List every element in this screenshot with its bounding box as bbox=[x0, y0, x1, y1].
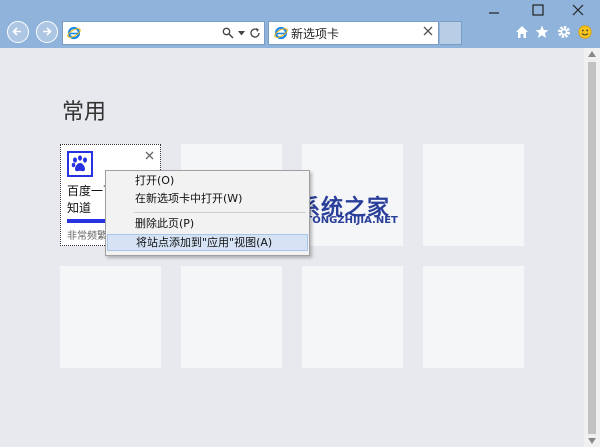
ie-icon bbox=[67, 26, 81, 40]
arrow-right-icon bbox=[43, 27, 52, 36]
empty-tile[interactable] bbox=[423, 144, 524, 246]
vertical-scrollbar[interactable] bbox=[584, 48, 600, 447]
empty-tile[interactable] bbox=[302, 266, 403, 368]
address-bar[interactable] bbox=[62, 21, 265, 45]
search-icon[interactable] bbox=[222, 27, 234, 39]
favorites-star-icon[interactable] bbox=[535, 25, 549, 39]
tab-label: 新选项卡 bbox=[291, 27, 340, 41]
chevron-down-icon[interactable] bbox=[238, 30, 245, 36]
refresh-icon[interactable] bbox=[249, 27, 261, 39]
menu-item-open-in-new-tab[interactable]: 在新选项卡中打开(W) bbox=[107, 190, 308, 207]
scroll-thumb[interactable] bbox=[588, 62, 596, 434]
empty-tile[interactable] bbox=[181, 266, 282, 368]
gear-icon[interactable] bbox=[557, 25, 571, 39]
page-title: 常用 bbox=[62, 100, 107, 125]
scroll-down-icon[interactable] bbox=[588, 438, 596, 444]
scroll-up-icon[interactable] bbox=[588, 51, 596, 57]
maximize-icon bbox=[532, 4, 544, 16]
close-window-icon bbox=[572, 4, 584, 16]
new-tab-button[interactable] bbox=[440, 21, 462, 45]
baidu-paw-icon bbox=[67, 151, 93, 177]
close-window-button[interactable] bbox=[556, 0, 600, 20]
minimize-button[interactable] bbox=[472, 0, 516, 20]
maximize-button[interactable] bbox=[516, 0, 560, 20]
arrow-left-icon bbox=[12, 27, 21, 36]
visit-frequency-bar bbox=[67, 219, 105, 223]
browser-titlebar: 新选项卡 bbox=[0, 0, 600, 48]
menu-item-open[interactable]: 打开(O) bbox=[107, 172, 308, 189]
context-menu: 打开(O) 在新选项卡中打开(W) 删除此页(P) 将站点添加到"应用"视图(A… bbox=[105, 170, 310, 256]
home-icon[interactable] bbox=[515, 25, 529, 39]
menu-item-add-to-apps-view[interactable]: 将站点添加到"应用"视图(A) bbox=[107, 234, 308, 251]
tab-new-tab[interactable]: 新选项卡 bbox=[268, 21, 439, 45]
menu-item-delete-page[interactable]: 删除此页(P) bbox=[107, 215, 308, 232]
remove-tile-icon[interactable] bbox=[145, 151, 154, 160]
ie-tab-icon bbox=[274, 26, 288, 40]
menu-divider bbox=[134, 212, 306, 213]
forward-button[interactable] bbox=[36, 21, 58, 43]
empty-tile[interactable] bbox=[423, 266, 524, 368]
visit-frequency-label: 非常频繁 bbox=[67, 231, 107, 242]
close-icon[interactable] bbox=[423, 26, 433, 36]
empty-tile[interactable] bbox=[60, 266, 161, 368]
smiley-feedback-icon[interactable] bbox=[578, 25, 592, 39]
minimize-icon bbox=[489, 12, 499, 14]
back-button[interactable] bbox=[7, 21, 29, 43]
